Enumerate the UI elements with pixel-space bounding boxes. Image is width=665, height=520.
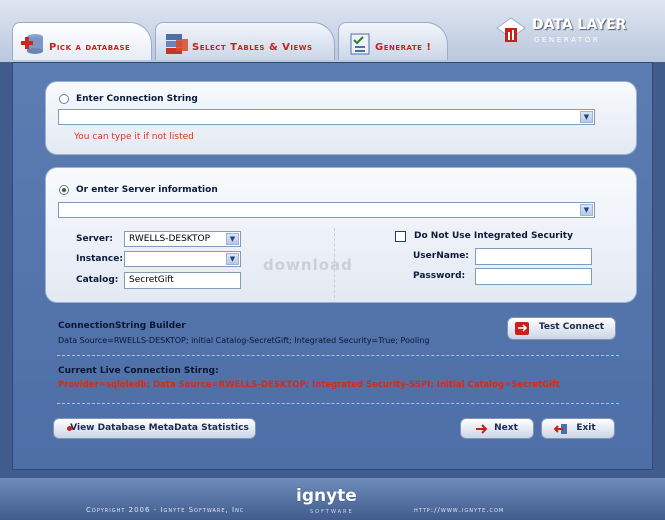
builder-title: ConnectionString Builder <box>58 321 186 331</box>
password-label: Password: <box>413 271 466 281</box>
logo-icon <box>496 17 526 42</box>
checklist-icon <box>350 33 370 55</box>
username-label: UserName: <box>413 251 469 261</box>
watermark: download <box>263 256 353 274</box>
combo-value: RWELLS-DESKTOP <box>129 234 211 244</box>
server-info-label: Or enter Server information <box>76 185 218 195</box>
header-bar: Pick a database Select Tables & Views Ge… <box>0 0 665 62</box>
server-info-combo[interactable]: ▼ <box>58 202 595 218</box>
bullet-icon <box>67 426 72 431</box>
exit-button[interactable]: Exit <box>541 418 615 439</box>
server-info-radio[interactable] <box>59 185 69 195</box>
exit-icon <box>554 424 567 434</box>
brand-subtitle: SOFTWARE <box>310 509 354 515</box>
connection-string-radio[interactable] <box>59 94 69 104</box>
separator <box>57 403 619 404</box>
connection-string-combo[interactable]: ▼ <box>58 109 595 125</box>
live-connection-title: Current Live Connection Stirng: <box>58 366 219 376</box>
tables-icon <box>166 34 188 54</box>
arrow-right-icon <box>476 424 488 434</box>
view-metadata-button[interactable]: View Database MetaData Statistics <box>53 418 256 439</box>
website-link[interactable]: http://www.ignyte.com <box>414 506 504 514</box>
logo-subtitle: GENERATOR <box>534 36 601 44</box>
view-metadata-label: View Database MetaData Statistics <box>70 423 249 433</box>
test-connect-button[interactable]: Test Connect <box>507 317 616 340</box>
username-input[interactable] <box>475 248 592 265</box>
test-connect-label: Test Connect <box>538 322 605 332</box>
copyright-text: Copyright 2006 - Ignyte Software, Inc <box>86 506 245 514</box>
main-content: Enter Connection String ▼ You can type i… <box>12 62 653 470</box>
tab-select-tables[interactable]: Select Tables & Views <box>155 22 335 60</box>
catalog-label: Catalog: <box>76 275 119 285</box>
separator <box>57 355 619 356</box>
tab-label: Select Tables & Views <box>192 42 313 53</box>
server-info-panel: Or enter Server information ▼ Server: RW… <box>45 167 637 303</box>
column-divider <box>334 228 335 298</box>
password-input[interactable] <box>475 268 592 285</box>
server-combo[interactable]: RWELLS-DESKTOP ▼ <box>124 231 241 247</box>
instance-combo[interactable]: ▼ <box>124 251 241 267</box>
tab-pick-database[interactable]: Pick a database <box>12 22 152 60</box>
connection-string-label: Enter Connection String <box>76 94 198 104</box>
catalog-input[interactable]: SecretGift <box>124 272 241 289</box>
integrated-security-label: Do Not Use Integrated Security <box>414 231 573 241</box>
test-connect-icon <box>515 322 529 335</box>
next-button[interactable]: Next <box>460 418 534 439</box>
chevron-down-icon[interactable]: ▼ <box>580 111 593 123</box>
chevron-down-icon[interactable]: ▼ <box>226 233 239 245</box>
connection-string-panel: Enter Connection String ▼ You can type i… <box>45 81 637 155</box>
server-label: Server: <box>76 234 114 244</box>
tab-label: Pick a database <box>49 42 131 53</box>
instance-label: Instance: <box>76 254 123 264</box>
chevron-down-icon[interactable]: ▼ <box>580 204 593 216</box>
logo-title: DATA LAYER <box>532 17 627 33</box>
connection-string-hint: You can type it if not listed <box>74 132 194 142</box>
tab-generate[interactable]: Generate ! <box>338 22 448 60</box>
integrated-security-checkbox[interactable] <box>395 231 406 242</box>
brand-logo: ignyte <box>296 486 357 506</box>
live-connection-text: Provider=sqloledb; Data Source=RWELLS-DE… <box>58 380 560 390</box>
chevron-down-icon[interactable]: ▼ <box>226 253 239 265</box>
tab-label: Generate ! <box>375 42 432 53</box>
plus-database-icon <box>21 34 43 54</box>
builder-text: Data Source=RWELLS-DESKTOP; initial Cata… <box>58 336 430 345</box>
footer: Copyright 2006 - Ignyte Software, Inc ig… <box>0 478 665 520</box>
